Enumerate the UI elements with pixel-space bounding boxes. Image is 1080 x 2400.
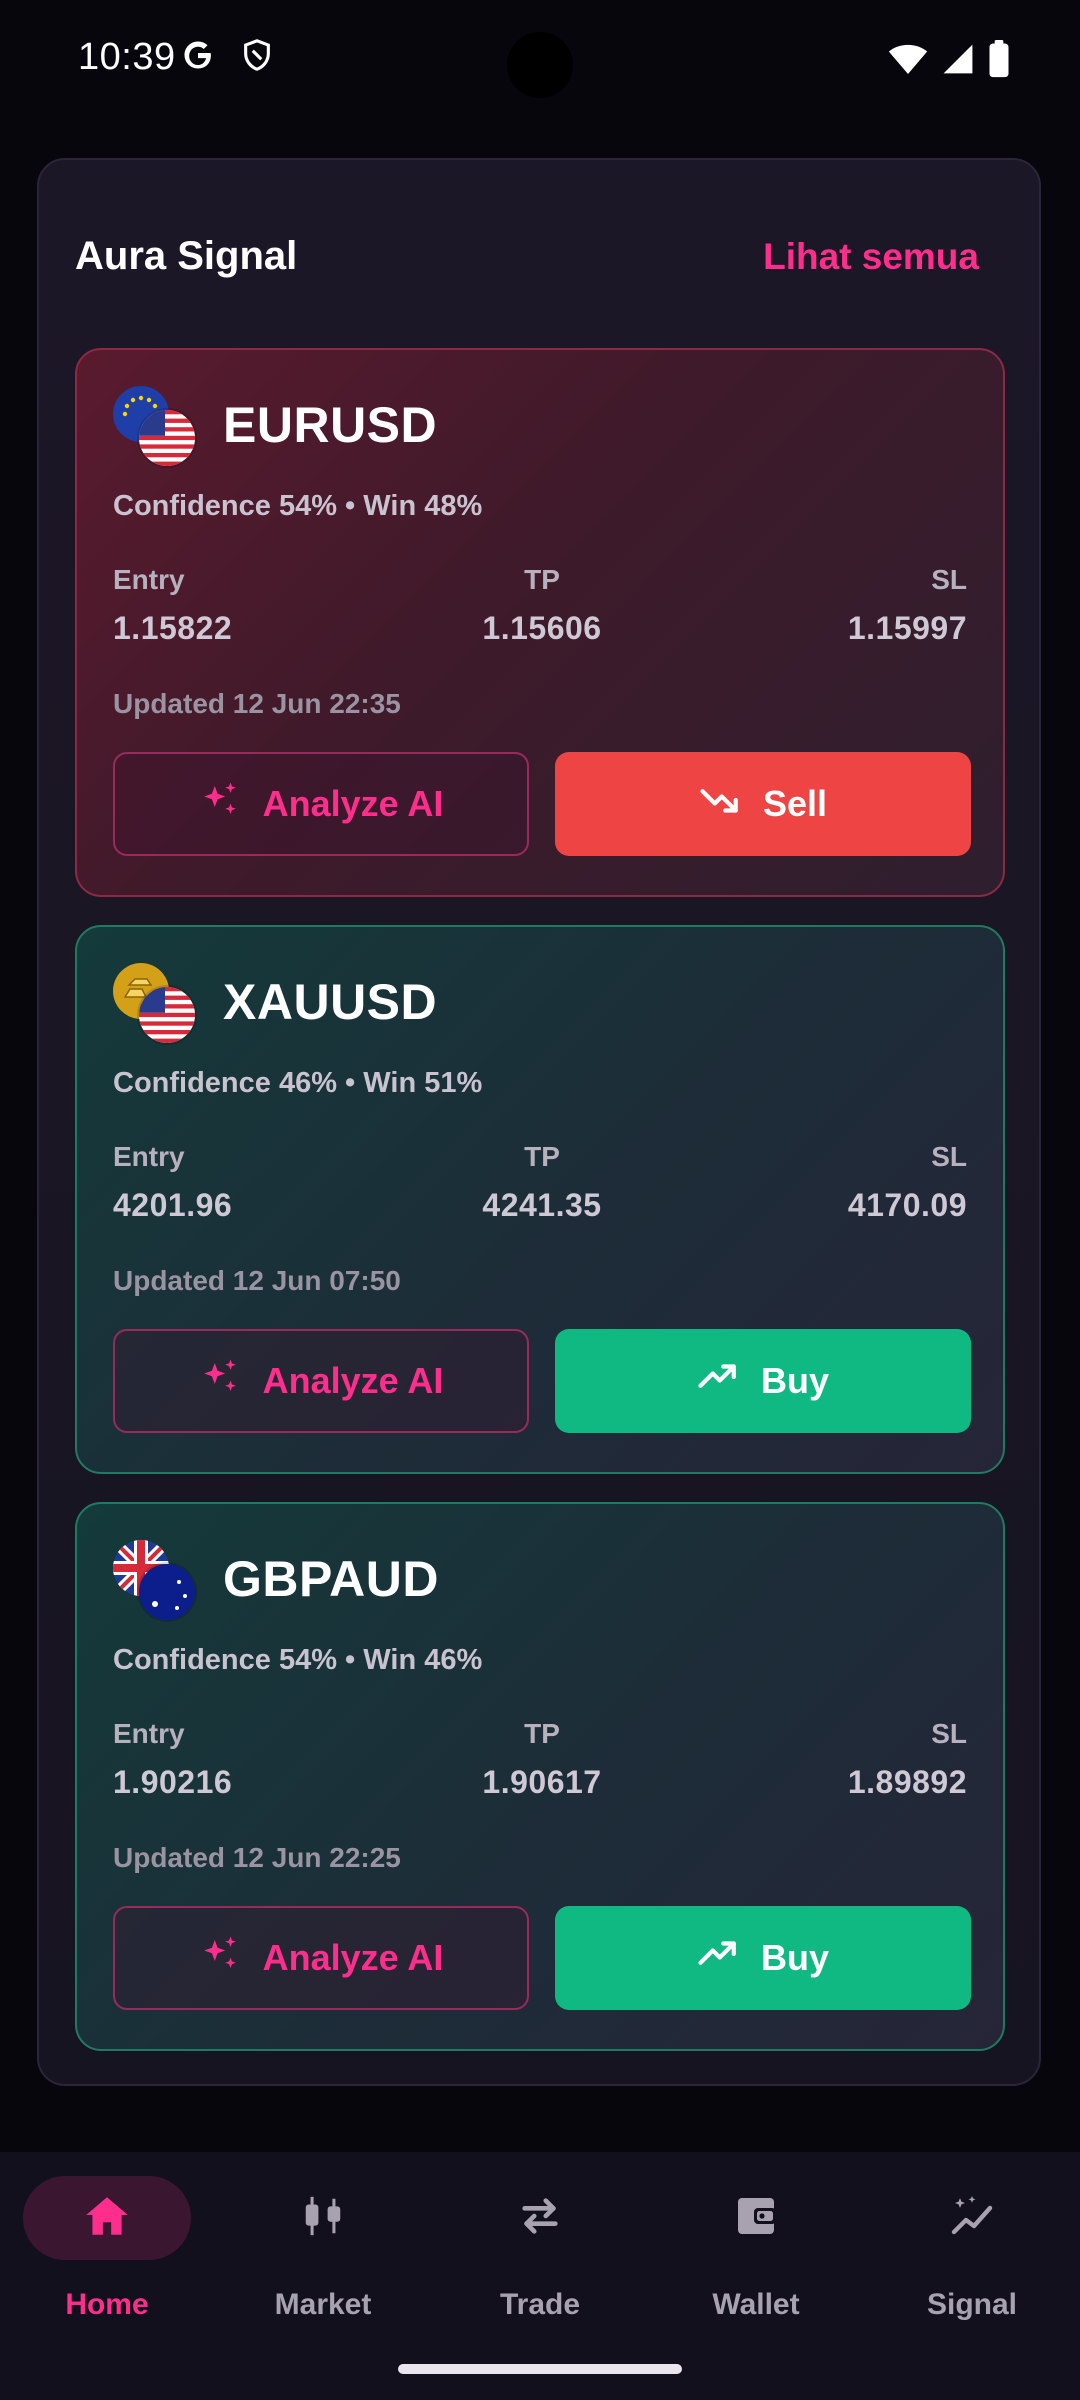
tp-label: TP (524, 564, 560, 595)
trending-down-icon (699, 779, 741, 830)
pair-name: EURUSD (223, 397, 438, 453)
us-flag-icon (139, 410, 195, 466)
candlestick-icon (300, 2193, 346, 2244)
sl-value: 1.15997 (847, 610, 967, 646)
status-time: 10:39 (78, 36, 176, 78)
buy-label: Buy (760, 1937, 829, 1978)
tp-label: TP (524, 1141, 560, 1172)
analyze-ai-button[interactable]: Analyze AI (113, 752, 529, 856)
analyze-ai-label: Analyze AI (262, 783, 444, 824)
nav-active-pill (23, 2176, 191, 2260)
confidence-stats: Confidence 54% • Win 48% (113, 490, 483, 522)
nav-item-signal[interactable]: Signal (872, 2176, 1072, 2326)
home-icon (82, 2191, 132, 2246)
signal-chart-icon (948, 2192, 996, 2245)
analyze-ai-button[interactable]: Analyze AI (113, 1329, 529, 1433)
au-flag-icon (139, 1564, 195, 1620)
pair-name: XAUUSD (223, 974, 438, 1030)
pair-flags (113, 1540, 205, 1626)
nav-label-market: Market (274, 2288, 372, 2321)
sl-value: 1.89892 (847, 1764, 967, 1800)
status-bar: 10:39 (0, 0, 1080, 120)
nav-icon-container (672, 2176, 840, 2260)
updated-time: Updated 12 Jun 22:25 (113, 1842, 401, 1873)
signal-card-xauusd[interactable]: XAUUSD Confidence 46% • Win 51% Entry TP… (75, 925, 1005, 1474)
aura-signal-panel: Aura Signal Lihat semua EURUSD Confidenc… (37, 158, 1041, 2086)
us-flag-icon (139, 987, 195, 1043)
home-indicator[interactable] (398, 2364, 682, 2374)
battery-icon (988, 40, 1010, 83)
buy-button[interactable]: Buy (555, 1906, 971, 2010)
shield-icon (240, 36, 274, 79)
sl-label: SL (931, 1141, 967, 1172)
analyze-ai-button[interactable]: Analyze AI (113, 1906, 529, 2010)
google-icon (180, 36, 216, 79)
tp-label: TP (524, 1718, 560, 1749)
nav-item-home[interactable]: Home (7, 2176, 207, 2326)
sl-label: SL (931, 1718, 967, 1749)
sparkle-icon (199, 779, 241, 830)
section-title: Aura Signal (75, 234, 298, 278)
buy-label: Buy (760, 1360, 829, 1401)
wallet-icon (732, 2192, 780, 2245)
trending-up-icon (697, 1356, 739, 1407)
nav-label-signal: Signal (926, 2288, 1017, 2321)
nav-label-home: Home (65, 2288, 149, 2321)
nav-icon-container (456, 2176, 624, 2260)
camera-cutout (507, 32, 573, 98)
signal-icon (942, 42, 974, 81)
wifi-icon (888, 42, 928, 81)
sell-label: Sell (762, 783, 828, 824)
see-all-link[interactable]: Lihat semua (763, 236, 979, 278)
bottom-nav: Home Market Trade Wallet Signal (0, 2152, 1080, 2400)
trending-up-icon (697, 1933, 739, 1984)
swap-icon (517, 2193, 563, 2244)
nav-icon-container (239, 2176, 407, 2260)
updated-time: Updated 12 Jun 07:50 (113, 1265, 401, 1296)
nav-icon-container (888, 2176, 1056, 2260)
pair-flags (113, 963, 205, 1049)
sparkle-icon (199, 1356, 241, 1407)
nav-item-trade[interactable]: Trade (440, 2176, 640, 2326)
confidence-stats: Confidence 46% • Win 51% (113, 1067, 483, 1099)
signal-card-eurusd[interactable]: EURUSD Confidence 54% • Win 48% Entry TP… (75, 348, 1005, 897)
signal-card-gbpaud[interactable]: GBPAUD Confidence 54% • Win 46% Entry TP… (75, 1502, 1005, 2051)
nav-label-wallet: Wallet (712, 2288, 800, 2321)
updated-time: Updated 12 Jun 22:35 (113, 688, 401, 719)
nav-label-trade: Trade (499, 2288, 581, 2321)
sl-label: SL (931, 564, 967, 595)
buy-button[interactable]: Buy (555, 1329, 971, 1433)
pair-name: GBPAUD (223, 1551, 439, 1607)
confidence-stats: Confidence 54% • Win 46% (113, 1644, 483, 1676)
analyze-ai-label: Analyze AI (262, 1937, 444, 1978)
nav-item-wallet[interactable]: Wallet (656, 2176, 856, 2326)
nav-item-market[interactable]: Market (223, 2176, 423, 2326)
status-icons (888, 40, 1010, 83)
sell-button[interactable]: Sell (555, 752, 971, 856)
analyze-ai-label: Analyze AI (262, 1360, 444, 1401)
sl-value: 4170.09 (847, 1187, 967, 1223)
pair-flags (113, 386, 205, 472)
sparkle-icon (199, 1933, 241, 1984)
